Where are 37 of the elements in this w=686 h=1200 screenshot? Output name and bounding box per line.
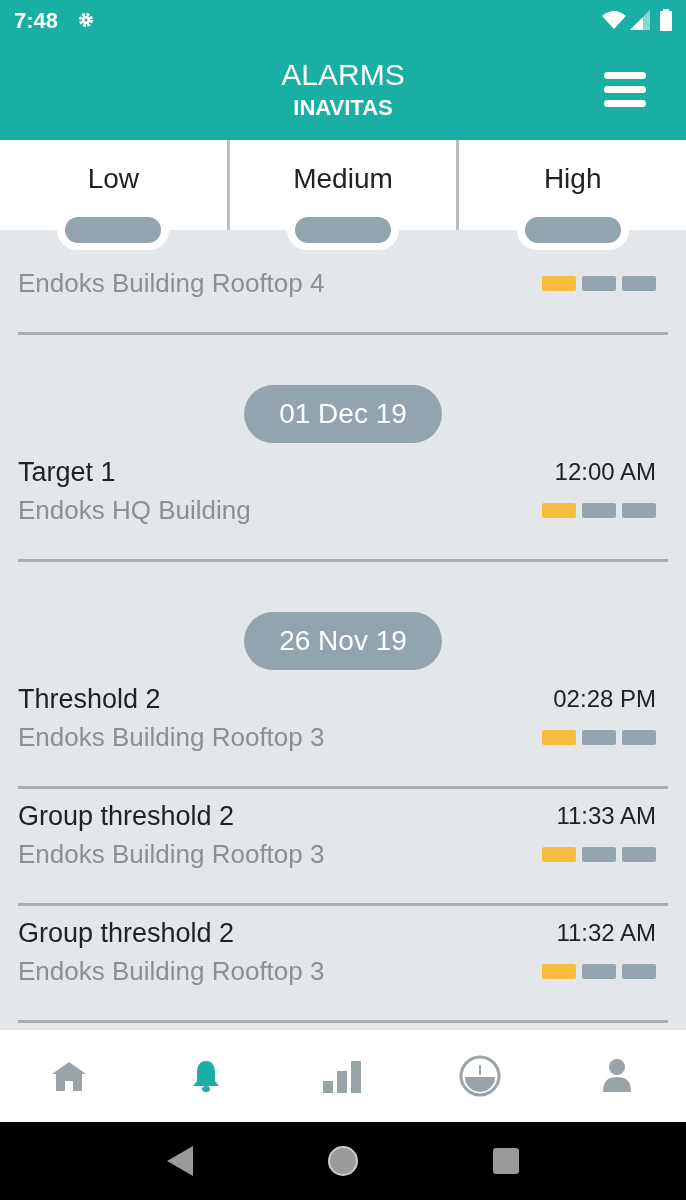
alarm-row[interactable]: Group threshold 2 11:32 AM Endoks Building Rooftop 3 [18,906,668,1023]
filter-tab[interactable]: High [459,140,686,210]
alarm-time: 12:00 AM [554,457,657,487]
alarm-location: Endoks Building Rooftop 3 [18,837,325,871]
battery-icon [660,9,672,31]
alarm-location: Endoks Building Rooftop 3 [18,954,325,988]
alarm-location: Endoks Building Rooftop 3 [18,720,325,754]
back-icon[interactable] [167,1146,193,1176]
home-button-icon[interactable] [327,1145,359,1177]
alarm-name: Target 1 [18,455,116,489]
status-time: 7:48 [14,6,59,35]
date-pill: 26 Nov 19 [244,612,442,670]
menu-button[interactable] [604,72,646,107]
alarm-location: Endoks Building Rooftop 4 [18,266,325,300]
alarm-name: Group threshold 2 [18,916,235,950]
bell-icon [190,1059,221,1093]
home-icon [50,1060,87,1092]
date-pill: 01 Dec 19 [244,385,442,443]
gauge-icon [459,1055,502,1097]
filter-tab[interactable]: Low [0,140,227,210]
alarm-row[interactable]: Threshold 2 02:28 PM Endoks Building Rooftop 3 [18,672,668,789]
wifi-icon [602,10,626,30]
alarm-name: Group threshold 2 [18,799,235,833]
alarm-row[interactable]: Group threshold 2 11:33 AM Endoks Building Rooftop 3 [18,789,668,906]
alarm-location: Endoks HQ Building [18,493,251,527]
filter-tab[interactable]: Medium [229,140,457,210]
signal-icon [630,10,650,30]
alarm-name: Threshold 2 [18,682,161,716]
alarm-time: 11:32 AM [556,918,657,948]
header-title: ALARMS [281,57,405,93]
alarm-time: 11:33 AM [556,801,657,831]
user-icon [601,1058,634,1094]
gear-icon [78,12,95,28]
header-subtitle: INAVITAS [293,94,393,122]
alarm-row[interactable]: Target 1 12:00 AM Endoks HQ Building [18,445,668,562]
bar-chart-icon [323,1059,363,1093]
alarm-time: 02:28 PM [553,684,657,714]
